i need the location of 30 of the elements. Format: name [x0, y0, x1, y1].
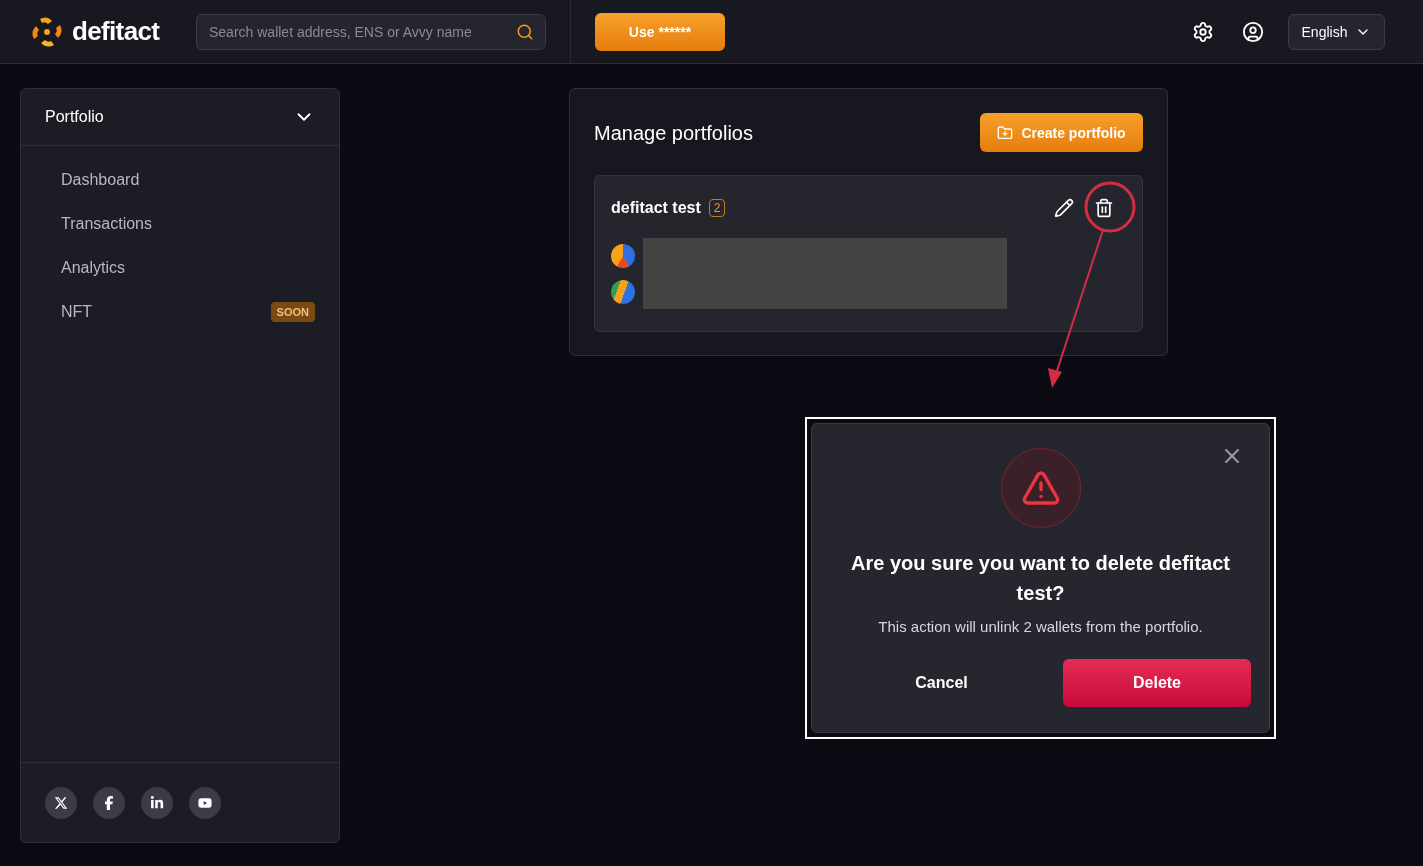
wallet-avatar	[611, 279, 635, 304]
search-field[interactable]: Search wallet address, ENS or Avvy name	[196, 13, 546, 50]
delete-button[interactable]: Delete	[1063, 658, 1251, 707]
user-icon[interactable]	[1242, 20, 1264, 43]
language-select[interactable]: English	[1288, 13, 1385, 50]
search-icon[interactable]	[516, 22, 534, 41]
dialog-message: This action will unlink 2 wallets from the portfolio.	[878, 617, 1203, 637]
logo-icon	[30, 14, 64, 49]
youtube-icon[interactable]	[189, 786, 221, 819]
soon-badge: SOON	[270, 301, 315, 323]
wallet-count: 2	[708, 199, 726, 217]
delete-icon[interactable]	[1094, 198, 1114, 218]
logo-text: defitact	[72, 15, 160, 48]
card-title: Manage portfolios	[594, 120, 753, 146]
facebook-icon[interactable]	[93, 786, 125, 819]
sidebar-item[interactable]: Transactions	[61, 212, 152, 236]
warning-icon	[1020, 468, 1061, 508]
portfolio-section-toggle[interactable]: Portfolio	[21, 89, 339, 146]
settings-icon[interactable]	[1192, 20, 1214, 43]
sidebar-item[interactable]: Dashboard	[61, 168, 140, 192]
x-logo-icon[interactable]	[45, 786, 77, 819]
wallet-avatar	[611, 243, 635, 268]
portfolio-name: defitact test	[611, 198, 701, 218]
dialog-title: Are you sure you want to delete defitact test?	[850, 551, 1231, 606]
linkedin-icon[interactable]	[141, 786, 173, 819]
sidebar-item[interactable]: Analytics	[61, 256, 126, 280]
edit-icon[interactable]	[1054, 198, 1074, 218]
sidebar-item[interactable]: NFT	[61, 300, 93, 324]
folder-plus-icon	[997, 124, 1014, 141]
cancel-button[interactable]: Cancel	[824, 658, 1059, 707]
